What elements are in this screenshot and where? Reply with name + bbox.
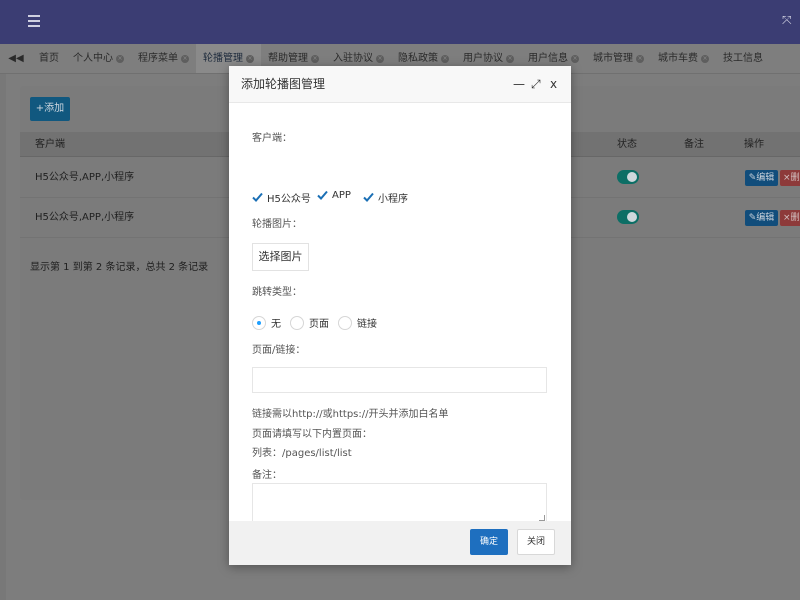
status-toggle[interactable] <box>617 170 639 184</box>
jump-type-radio[interactable]: 链接 <box>338 315 377 330</box>
client-option-label: H5公众号 <box>267 194 311 205</box>
checkmark-icon <box>363 192 374 203</box>
tab-close-icon[interactable]: × <box>571 55 579 63</box>
jump-type-radio[interactable]: 页面 <box>290 315 329 330</box>
tab-label: 程序菜单 <box>138 53 178 64</box>
delete-button-label: 删 <box>790 213 800 223</box>
jump-type-label: 跳转类型： <box>252 287 302 298</box>
remark-label: 备注： <box>252 470 282 481</box>
radio-empty-icon <box>338 315 352 330</box>
column-header-actions: 操作 <box>744 139 764 150</box>
image-label: 轮播图片： <box>252 219 302 230</box>
close-icon[interactable]: x <box>550 77 557 91</box>
page-link-input[interactable] <box>252 367 547 393</box>
radio-empty-icon <box>290 315 304 330</box>
client-option-checkbox[interactable]: 小程序 <box>363 190 408 205</box>
select-image-button[interactable]: 选择图片 <box>252 243 309 271</box>
jump-type-label-text: 链接 <box>357 319 377 330</box>
top-navbar: ⤧ <box>0 0 800 44</box>
dialog-title: 添加轮播图管理 <box>241 77 326 91</box>
jump-type-label-text: 页面 <box>309 319 329 330</box>
tab-label: 个人中心 <box>73 53 113 64</box>
tab-close-icon[interactable]: × <box>246 55 254 63</box>
edit-button-label: 编辑 <box>756 213 775 223</box>
dialog-body: 客户端： H5公众号 APP 小程序 轮播图片： 选择图片 跳转类型： 无页面 链接 … <box>229 103 571 523</box>
remark-textarea[interactable] <box>252 483 547 523</box>
column-header-remark: 备注 <box>684 139 704 150</box>
tab-label: 城市车费 <box>658 53 698 64</box>
tab-label: 技工信息 <box>723 53 763 64</box>
double-chevron-left-icon[interactable]: ◀◀ <box>0 44 32 73</box>
tab-close-icon[interactable]: × <box>376 55 384 63</box>
tab-item[interactable]: 城市车费 × <box>651 44 716 73</box>
tab-label: 首页 <box>39 53 59 64</box>
edit-button[interactable]: ✎编辑 <box>745 210 778 226</box>
status-toggle[interactable] <box>617 210 639 224</box>
confirm-button[interactable]: 确定 <box>470 529 508 555</box>
tab-close-icon[interactable]: × <box>311 55 319 63</box>
tab-item[interactable]: 技工信息 <box>716 44 770 73</box>
client-option-checkbox[interactable]: APP <box>317 190 351 201</box>
checkmark-icon <box>252 192 263 203</box>
maximize-icon[interactable]: ⤢ <box>531 77 541 91</box>
jump-type-label-text: 无 <box>271 319 281 330</box>
edit-button[interactable]: ✎编辑 <box>745 170 778 186</box>
delete-button[interactable]: ×删 <box>780 170 800 186</box>
expand-icon[interactable]: ⤧ <box>782 14 794 26</box>
link-hint: 链接需以http://或https://开头并添加白名单 <box>252 409 449 420</box>
tab-item[interactable]: 程序菜单 × <box>131 44 196 73</box>
add-banner-dialog: 添加轮播图管理 — ⤢ x 客户端： H5公众号 APP 小程序 轮播图片： 选择图… <box>229 66 571 565</box>
pagination-summary: 显示第 1 到第 2 条记录，总共 2 条记录 <box>30 262 209 273</box>
client-option-label: 小程序 <box>378 194 408 205</box>
client-option-checkbox[interactable]: H5公众号 <box>252 190 311 205</box>
page-link-label: 页面/链接： <box>252 345 306 356</box>
client-option-label: APP <box>332 190 351 201</box>
dialog-footer: 确定 关闭 <box>229 521 571 565</box>
radio-selected-icon <box>252 315 266 330</box>
add-button[interactable]: +添加 <box>30 97 70 121</box>
tab-close-icon[interactable]: × <box>506 55 514 63</box>
list-page-hint: 列表：/pages/list/list <box>252 448 352 459</box>
client-cell: H5公众号,APP,小程序 <box>35 172 135 183</box>
jump-type-radio[interactable]: 无 <box>252 315 281 330</box>
column-header-client: 客户端 <box>35 139 65 150</box>
checkmark-icon <box>317 190 328 201</box>
delete-button-label: 删 <box>790 173 800 183</box>
tab-close-icon[interactable]: × <box>116 55 124 63</box>
hamburger-icon[interactable] <box>28 15 40 27</box>
page-hint: 页面请填写以下内置页面： <box>252 429 372 440</box>
tab-close-icon[interactable]: × <box>636 55 644 63</box>
minimize-icon[interactable]: — <box>513 77 525 91</box>
tab-close-icon[interactable]: × <box>701 55 709 63</box>
column-header-status: 状态 <box>617 139 637 150</box>
tab-item[interactable]: 首页 <box>32 44 66 73</box>
delete-button[interactable]: ×删 <box>780 210 800 226</box>
tab-item[interactable]: 个人中心 × <box>66 44 131 73</box>
tab-close-icon[interactable]: × <box>441 55 449 63</box>
tab-close-icon[interactable]: × <box>181 55 189 63</box>
dialog-header: 添加轮播图管理 — ⤢ x <box>229 66 571 103</box>
client-cell: H5公众号,APP,小程序 <box>35 212 135 223</box>
tab-item[interactable]: 城市管理 × <box>586 44 651 73</box>
tab-label: 城市管理 <box>593 53 633 64</box>
sidebar-edge <box>0 74 6 600</box>
client-label: 客户端： <box>252 133 292 144</box>
edit-button-label: 编辑 <box>756 173 775 183</box>
close-button[interactable]: 关闭 <box>517 529 555 555</box>
